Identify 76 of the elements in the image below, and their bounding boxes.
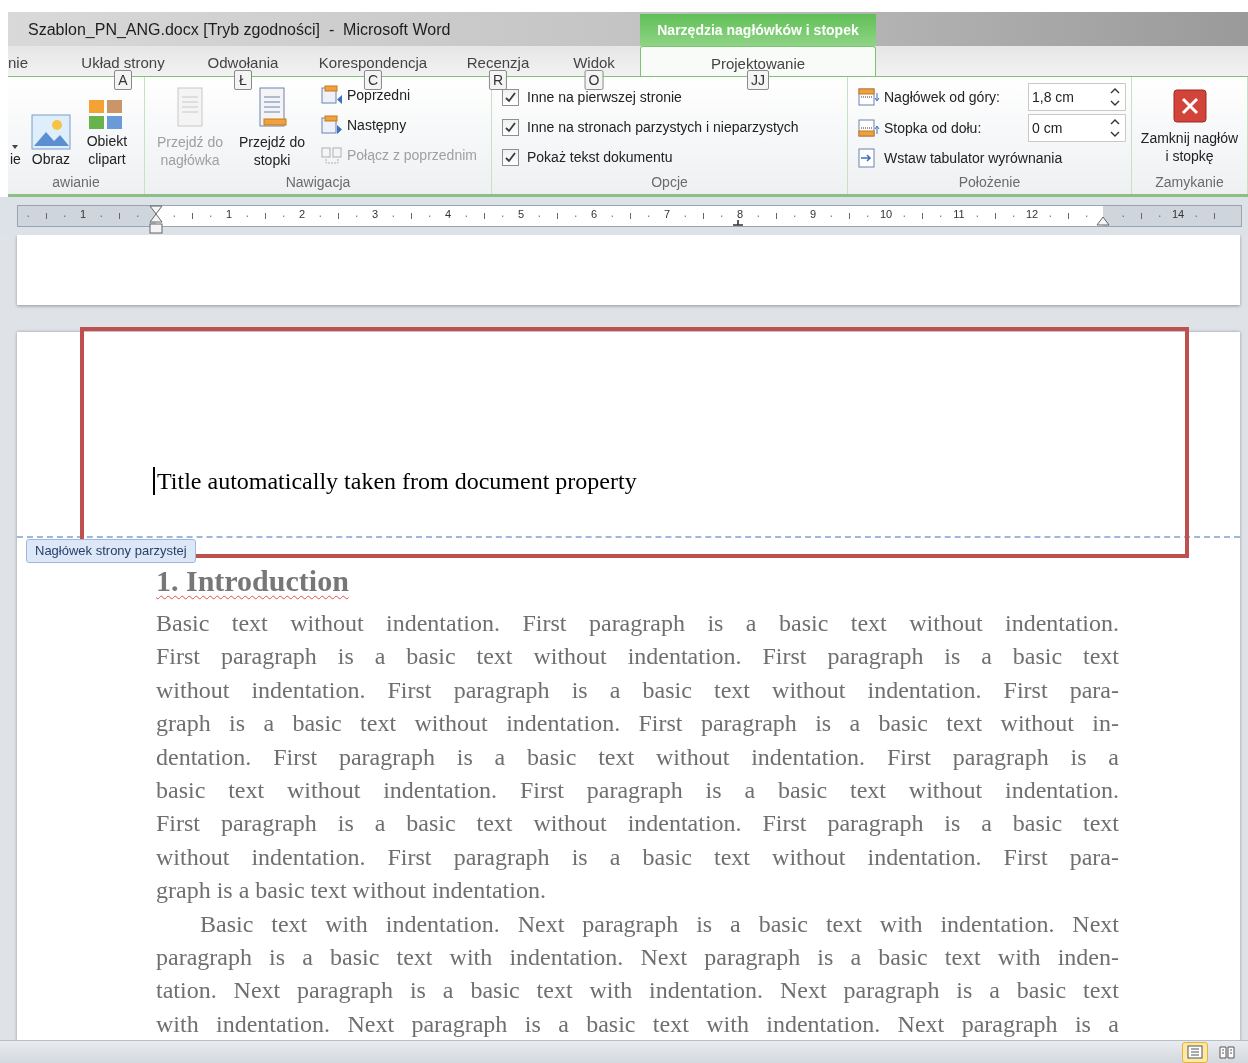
checkmark-icon <box>505 91 516 103</box>
ribbon-tab[interactable]: nie <box>8 46 58 76</box>
ruler-number: 7 <box>663 208 671 220</box>
header-text: Title automatically taken from document property <box>157 467 637 496</box>
text-cursor <box>153 467 155 495</box>
spin-arrows-icon <box>1104 114 1126 142</box>
header-tag: Nagłówek strony parzystej <box>26 539 196 563</box>
reading-layout-icon <box>1219 1045 1235 1059</box>
field-label: Nagłówek od góry: <box>884 87 1001 107</box>
close-header-footer-button[interactable]: Zamknij nagłów i stopkę <box>1132 89 1247 172</box>
ribbon-button[interactable]: Następny <box>321 113 477 137</box>
tab-stop-icon <box>733 220 743 226</box>
paragraph-line: without indentation. First paragraph is a basic text without indentation. First para- <box>156 675 1119 705</box>
contextual-tab-group: Narzędzia nagłówków i stopek <box>640 14 876 46</box>
ruler-number: 1 <box>79 208 87 220</box>
group-label: Opcje <box>650 173 689 192</box>
footer-margin-icon <box>858 118 880 138</box>
ruler-number: 1 <box>225 208 233 220</box>
paragraph-line: First paragraph is a basic text without indentation. First paragraph is a basic text <box>156 642 1119 672</box>
ribbon-button[interactable]: Obraz <box>28 114 73 168</box>
ribbon-tab[interactable]: Projektowanie <box>640 46 876 76</box>
field-label: Stopka od dołu: <box>884 118 983 138</box>
group-label: Położenie <box>957 173 1022 192</box>
spin-arrows-icon <box>1104 83 1126 111</box>
ruler-number: 4 <box>444 208 452 220</box>
paragraph-line: Basic text without indentation. First paragraph is a basic text without indentation. <box>156 609 1119 638</box>
previous-section-icon <box>321 85 343 105</box>
paragraph-line: basic text without indentation. First paragraph is a basic text without indentation. <box>156 776 1119 806</box>
heading: 1. Introduction <box>156 564 350 598</box>
ruler-number: 5 <box>517 208 525 220</box>
keytip: O <box>584 70 604 90</box>
ruler-number: 12 <box>1025 208 1039 220</box>
paragraph-line: Basic text with indentation. Next paragraph is a basic text with indentation. Next <box>199 909 1119 939</box>
ruler-number: 8 <box>736 208 744 220</box>
keytip: A <box>114 70 132 90</box>
insert-tab-icon <box>858 148 876 168</box>
ruler-number: 2 <box>298 208 306 220</box>
group-label: awianie <box>51 173 101 192</box>
paragraph-line: graph is a basic text without indentation. First paragraph is a basic text without in- <box>156 709 1119 739</box>
paragraph-line: First paragraph is a basic text without indentation. First paragraph is a basic text <box>156 809 1119 839</box>
spin-field[interactable]: 0 cm <box>1028 114 1104 142</box>
checkmark-icon <box>505 121 516 133</box>
keytip: Ł <box>234 70 252 90</box>
keytip: R <box>488 70 508 90</box>
group-label: Zamykanie <box>1154 173 1225 192</box>
paragraph-line: dentation. First paragraph is a basic text without indentation. First paragraph is a <box>156 742 1119 772</box>
spin-field[interactable]: 1,8 cm <box>1028 83 1104 111</box>
window-title: Szablon_PN_ANG.docx [Tryb zgodności] - Microsoft Word <box>27 20 452 40</box>
group-label: Nawigacja <box>284 173 352 192</box>
picture-icon <box>30 114 71 150</box>
checkbox-option[interactable]: Inne na stronach parzystych i nieparzystych <box>502 115 847 139</box>
paragraph-line: tation. Next paragraph is a basic text with indentation. Next paragraph is a basic text <box>156 976 1119 1006</box>
dropdown-arrow-icon <box>12 144 19 150</box>
checkbox-option[interactable]: Pokaż tekst dokumentu <box>502 145 847 169</box>
ribbon-button[interactable]: Obiekt clipart <box>78 96 135 168</box>
paragraph-line: without indentation. First paragraph is a basic text without indentation. First para- <box>156 842 1119 872</box>
keytip: JJ <box>747 70 769 90</box>
ruler-number: 10 <box>879 208 893 220</box>
ruler-number: 3 <box>371 208 379 220</box>
ruler-number: 9 <box>809 208 817 220</box>
ribbon-button[interactable]: Wstaw tabulator wyrównania <box>858 145 1131 171</box>
paragraph-line: graph is a basic text without indentation. <box>156 876 547 906</box>
close-icon <box>1172 89 1207 123</box>
print-layout-icon <box>1187 1045 1203 1059</box>
view-button[interactable] <box>1182 1041 1208 1063</box>
ruler-number: 14 <box>1171 208 1185 220</box>
ribbon-button[interactable]: ie <box>8 144 23 168</box>
checkmark-icon <box>505 151 516 163</box>
link-pages-icon <box>321 145 343 165</box>
next-section-icon <box>321 115 343 135</box>
header-margin-icon <box>858 87 880 107</box>
ruler-number: 11 <box>953 208 965 220</box>
paragraph-line: with indentation. Next paragraph is a basic text with indentation. Next paragraph is a <box>156 1009 1119 1039</box>
keytip: C <box>363 70 383 90</box>
ruler-number: 6 <box>590 208 598 220</box>
paragraph-line: paragraph is a basic text with indentation. Next paragraph is a basic text with inden- <box>156 943 1119 973</box>
